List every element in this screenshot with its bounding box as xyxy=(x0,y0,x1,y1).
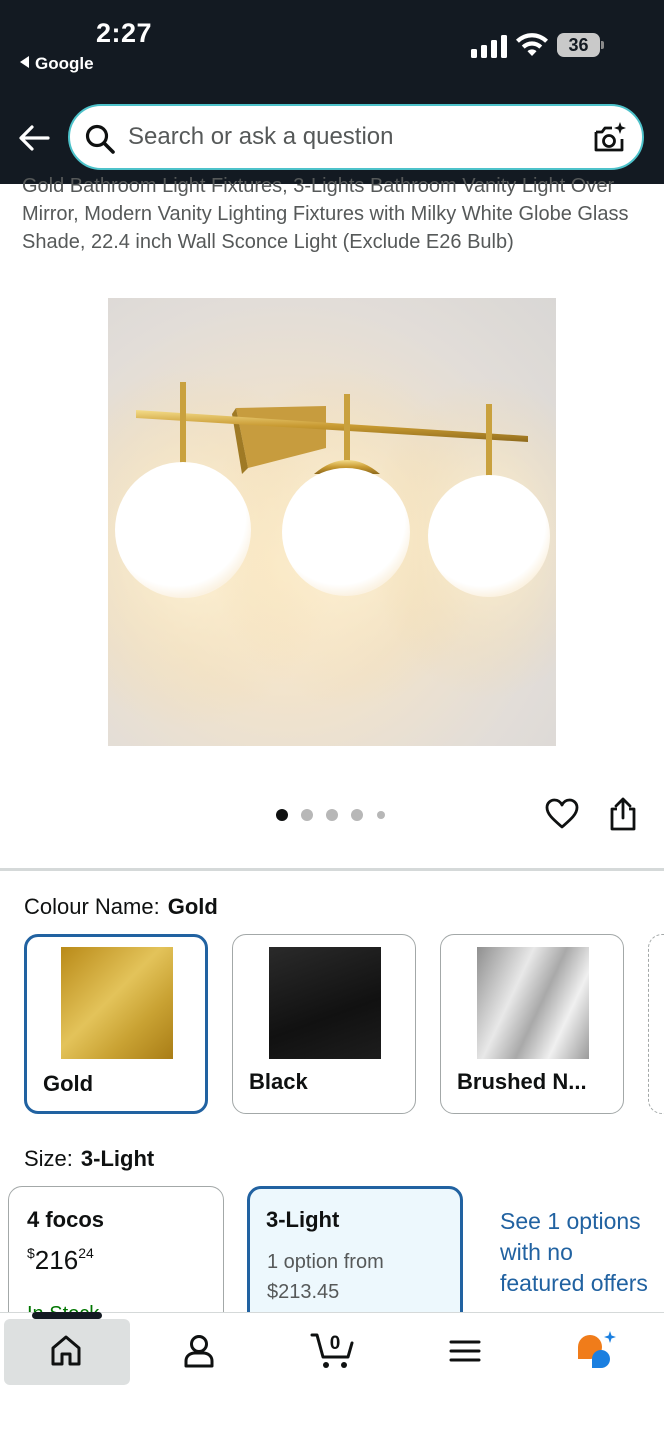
carousel-dot[interactable] xyxy=(377,811,385,819)
colour-option-label: Black xyxy=(249,1069,308,1094)
colour-option-black[interactable]: Black xyxy=(232,934,416,1114)
colour-option-more[interactable] xyxy=(648,934,664,1114)
battery-icon: 36 xyxy=(557,33,605,57)
colour-option-label: Gold xyxy=(43,1071,94,1096)
back-triangle-icon xyxy=(20,56,29,68)
colour-option-label: Brushed N... xyxy=(457,1069,587,1094)
back-to-app-link[interactable]: Google xyxy=(20,54,94,74)
colour-selected-value: Gold xyxy=(167,894,218,919)
rufus-assistant-icon[interactable] xyxy=(574,1329,618,1373)
account-icon[interactable] xyxy=(179,1331,219,1371)
search-icon xyxy=(85,124,115,154)
vanity-light-photo xyxy=(108,368,556,728)
back-app-label: Google xyxy=(35,54,94,73)
cart-icon[interactable]: 0 xyxy=(310,1327,356,1371)
size-option-price: $21624 xyxy=(27,1245,94,1275)
battery-level: 36 xyxy=(557,33,600,57)
size-option-subtext: 1 option from $213.45 xyxy=(267,1251,384,1303)
carousel-dot[interactable] xyxy=(301,809,313,821)
carousel-dot[interactable] xyxy=(276,809,288,821)
share-icon[interactable] xyxy=(606,796,640,832)
heart-icon[interactable] xyxy=(544,796,580,832)
search-bar[interactable] xyxy=(68,104,644,170)
product-image[interactable] xyxy=(108,298,556,746)
brushed-nickel-swatch xyxy=(477,947,589,1059)
status-time: 2:27 xyxy=(96,18,153,48)
bottom-navigation: 0 xyxy=(0,1312,664,1440)
camera-search-icon[interactable] xyxy=(592,120,628,156)
active-tab-indicator xyxy=(32,1312,102,1319)
search-input[interactable] xyxy=(128,106,568,168)
section-divider xyxy=(0,868,664,871)
top-header: 2:27 Google 36 xyxy=(0,0,664,184)
carousel-dot[interactable] xyxy=(326,809,338,821)
product-title[interactable]: Gold Bathroom Light Fixtures, 3-Lights B… xyxy=(22,172,642,256)
size-selected-value: 3-Light xyxy=(80,1146,155,1171)
colour-option-brushed-nickel[interactable]: Brushed N... xyxy=(440,934,624,1114)
gold-swatch xyxy=(61,947,173,1059)
image-carousel-dots[interactable] xyxy=(276,808,396,822)
colour-name-label: Colour Name: Gold xyxy=(24,894,218,919)
see-options-link[interactable]: See 1 options with no featured offers xyxy=(500,1206,650,1299)
black-swatch xyxy=(269,947,381,1059)
menu-icon[interactable] xyxy=(445,1331,485,1371)
cart-count: 0 xyxy=(330,1333,341,1354)
size-label: Size: 3-Light xyxy=(24,1146,155,1171)
wifi-icon xyxy=(516,33,548,56)
home-icon[interactable] xyxy=(46,1331,86,1371)
colour-option-gold[interactable]: Gold xyxy=(24,934,208,1114)
size-option-name: 3-Light xyxy=(266,1207,340,1232)
back-arrow-icon[interactable] xyxy=(14,118,54,158)
cellular-signal-icon xyxy=(471,34,507,58)
size-option-name: 4 focos xyxy=(27,1207,105,1232)
carousel-dot[interactable] xyxy=(351,809,363,821)
